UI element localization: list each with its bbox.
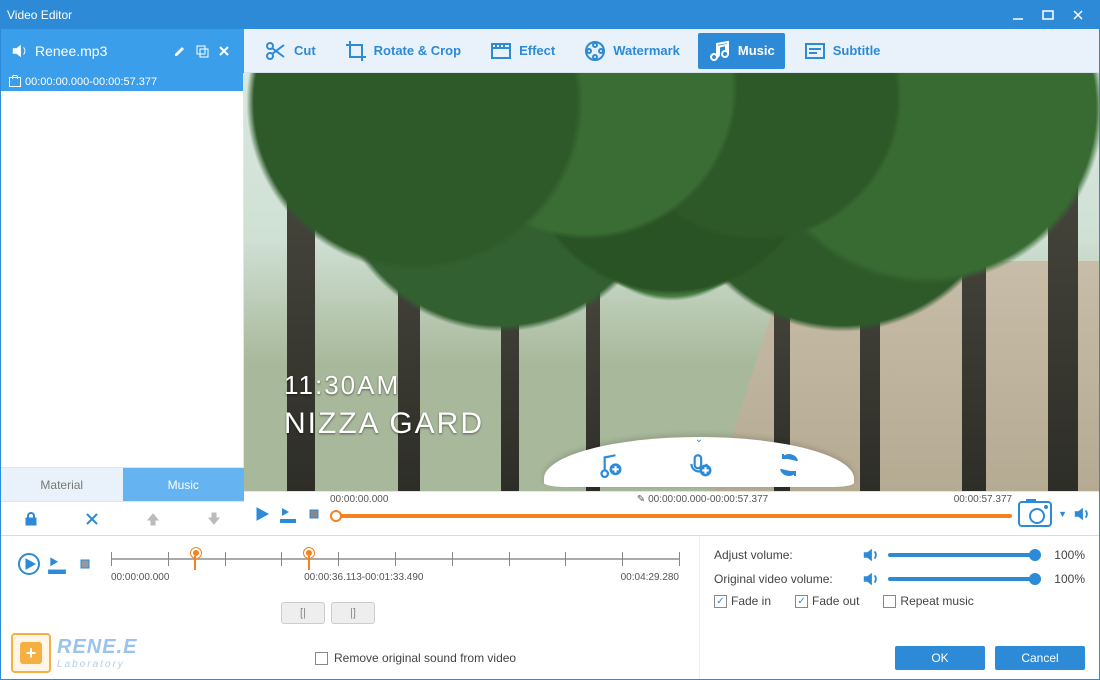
move-down-button[interactable] xyxy=(194,506,234,532)
replace-music-button[interactable] xyxy=(774,450,804,480)
collapse-caret-icon[interactable]: ⌄ xyxy=(695,434,703,445)
footer: Remove original sound from video OK Canc… xyxy=(1,643,1099,673)
fade-out-checkbox[interactable]: ✓Fade out xyxy=(795,594,859,608)
original-volume-label: Original video volume: xyxy=(714,572,854,586)
remove-original-sound-checkbox[interactable]: Remove original sound from video xyxy=(315,651,516,665)
sidebar-toolbar xyxy=(1,501,244,535)
original-volume-slider[interactable] xyxy=(888,577,1035,581)
close-button[interactable] xyxy=(1063,5,1093,25)
move-up-button[interactable] xyxy=(133,506,173,532)
clip-icon xyxy=(9,77,21,87)
overlay-line2: NIZZA GARD xyxy=(284,407,484,441)
video-preview[interactable]: 11:30AM NIZZA GARD ⌄ xyxy=(244,73,1099,491)
timeline-export-button[interactable] xyxy=(45,552,69,576)
film-icon xyxy=(489,39,513,63)
main-panel: Cut Rotate & Crop Effect Watermark Music… xyxy=(244,29,1099,535)
timeline-mid-label: 00:00:36.113-00:01:33.490 xyxy=(304,572,423,583)
original-volume-row: Original video volume: 100% xyxy=(714,570,1085,588)
window-title: Video Editor xyxy=(7,8,1003,22)
lock-button[interactable] xyxy=(11,506,51,532)
tool-music[interactable]: Music xyxy=(698,33,785,69)
set-in-button[interactable]: [| xyxy=(281,602,325,624)
crop-icon xyxy=(344,39,368,63)
scissors-icon xyxy=(264,39,288,63)
set-out-button[interactable]: |] xyxy=(331,602,375,624)
main-toolbar: Cut Rotate & Crop Effect Watermark Music… xyxy=(244,29,1099,73)
timeline-controls xyxy=(17,552,97,576)
speaker-icon xyxy=(11,42,29,60)
original-volume-value: 100% xyxy=(1043,572,1085,586)
edit-icon[interactable] xyxy=(170,41,190,61)
cancel-button[interactable]: Cancel xyxy=(995,646,1085,670)
scrubber-track[interactable]: 00:00:00.000 ✎ 00:00:00.000-00:00:57.377… xyxy=(330,492,1012,535)
preview-overlay-text: 11:30AM NIZZA GARD xyxy=(284,370,484,441)
adjust-volume-label: Adjust volume: xyxy=(714,548,854,562)
volume-icon[interactable] xyxy=(1073,505,1091,523)
stop-button[interactable] xyxy=(304,504,324,524)
timeline-start-label: 00:00:00.000 xyxy=(111,572,169,583)
overlay-line1: 11:30AM xyxy=(284,370,484,401)
snapshot-dropdown-icon[interactable]: ▼ xyxy=(1058,509,1067,519)
play-button[interactable] xyxy=(252,504,272,524)
minimize-button[interactable] xyxy=(1003,5,1033,25)
reel-icon xyxy=(583,39,607,63)
tool-watermark[interactable]: Watermark xyxy=(573,33,690,69)
audio-file-name: Renee.mp3 xyxy=(35,43,168,59)
sidebar-header: Renee.mp3 xyxy=(1,29,244,73)
timeline-end-label: 00:04:29.280 xyxy=(621,572,679,583)
title-bar: Video Editor xyxy=(1,1,1099,29)
timeline-play-button[interactable] xyxy=(17,552,41,576)
tool-subtitle[interactable]: Subtitle xyxy=(793,33,891,69)
bracket-buttons: [| |] xyxy=(281,602,375,624)
music-note-icon xyxy=(708,39,732,63)
delete-button[interactable] xyxy=(72,506,112,532)
scrub-range-label: ✎ 00:00:00.000-00:00:57.377 xyxy=(637,494,768,505)
repeat-music-checkbox[interactable]: Repeat music xyxy=(883,594,973,608)
export-button[interactable] xyxy=(278,504,298,524)
remove-icon[interactable] xyxy=(214,41,234,61)
tool-rotate-crop[interactable]: Rotate & Crop xyxy=(334,33,471,69)
adjust-volume-row: Adjust volume: 100% xyxy=(714,546,1085,564)
add-voiceover-button[interactable] xyxy=(684,450,714,480)
maximize-button[interactable] xyxy=(1033,5,1063,25)
subtitle-icon xyxy=(803,39,827,63)
sidebar: Renee.mp3 00:00:00.000-00:00:57.377 Mate… xyxy=(1,29,244,535)
tab-material[interactable]: Material xyxy=(1,468,123,501)
timeline-track[interactable]: 00:00:00.000 00:00:36.113-00:01:33.490 0… xyxy=(111,548,679,588)
adjust-volume-value: 100% xyxy=(1043,548,1085,562)
preview-scrubber: 00:00:00.000 ✎ 00:00:00.000-00:00:57.377… xyxy=(244,491,1099,535)
adjust-volume-speaker-icon[interactable] xyxy=(862,546,880,564)
tab-music[interactable]: Music xyxy=(123,468,245,501)
ok-button[interactable]: OK xyxy=(895,646,985,670)
tool-effect[interactable]: Effect xyxy=(479,33,565,69)
add-music-button[interactable] xyxy=(594,450,624,480)
scrub-end-label: 00:00:57.377 xyxy=(954,494,1012,505)
adjust-volume-slider[interactable] xyxy=(888,553,1035,557)
tool-cut[interactable]: Cut xyxy=(254,33,326,69)
snapshot-button[interactable] xyxy=(1018,501,1052,527)
scrub-start-label: 00:00:00.000 xyxy=(330,494,388,505)
original-volume-speaker-icon[interactable] xyxy=(862,570,880,588)
copy-icon[interactable] xyxy=(192,41,212,61)
clip-range-label: 00:00:00.000-00:00:57.377 xyxy=(25,76,157,88)
bottom-panel: 00:00:00.000 00:00:36.113-00:01:33.490 0… xyxy=(1,535,1099,679)
fade-in-checkbox[interactable]: ✓Fade in xyxy=(714,594,771,608)
clip-list: 00:00:00.000-00:00:57.377 xyxy=(1,73,244,467)
clip-item[interactable]: 00:00:00.000-00:00:57.377 xyxy=(1,73,243,91)
sidebar-tabs: Material Music xyxy=(1,467,244,501)
timeline-stop-button[interactable] xyxy=(73,552,97,576)
